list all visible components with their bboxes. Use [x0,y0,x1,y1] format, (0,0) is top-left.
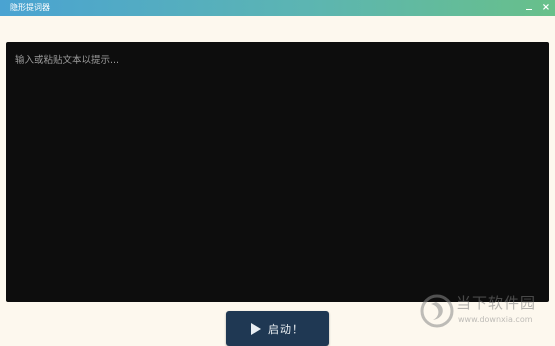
minimize-icon [526,9,532,10]
watermark-brand: 当下软件园 [456,294,537,312]
editor-placeholder: 输入或粘贴文本以提示... [15,55,120,66]
brand-logo-icon [420,294,454,328]
window-title: 隐形提词器 [10,3,50,12]
watermark: 当下软件园 www.downxia.com [420,292,550,332]
play-icon [251,322,261,335]
script-text-area[interactable]: 输入或粘贴文本以提示... [6,42,549,302]
start-button-label: 启动！ [268,322,304,336]
close-icon: × [541,2,551,13]
watermark-url: www.downxia.com [458,315,533,324]
start-button[interactable]: 启动！ [226,311,329,346]
close-button[interactable]: × [539,1,553,15]
minimize-button[interactable] [522,1,536,15]
title-bar: 隐形提词器 × [0,0,555,16]
